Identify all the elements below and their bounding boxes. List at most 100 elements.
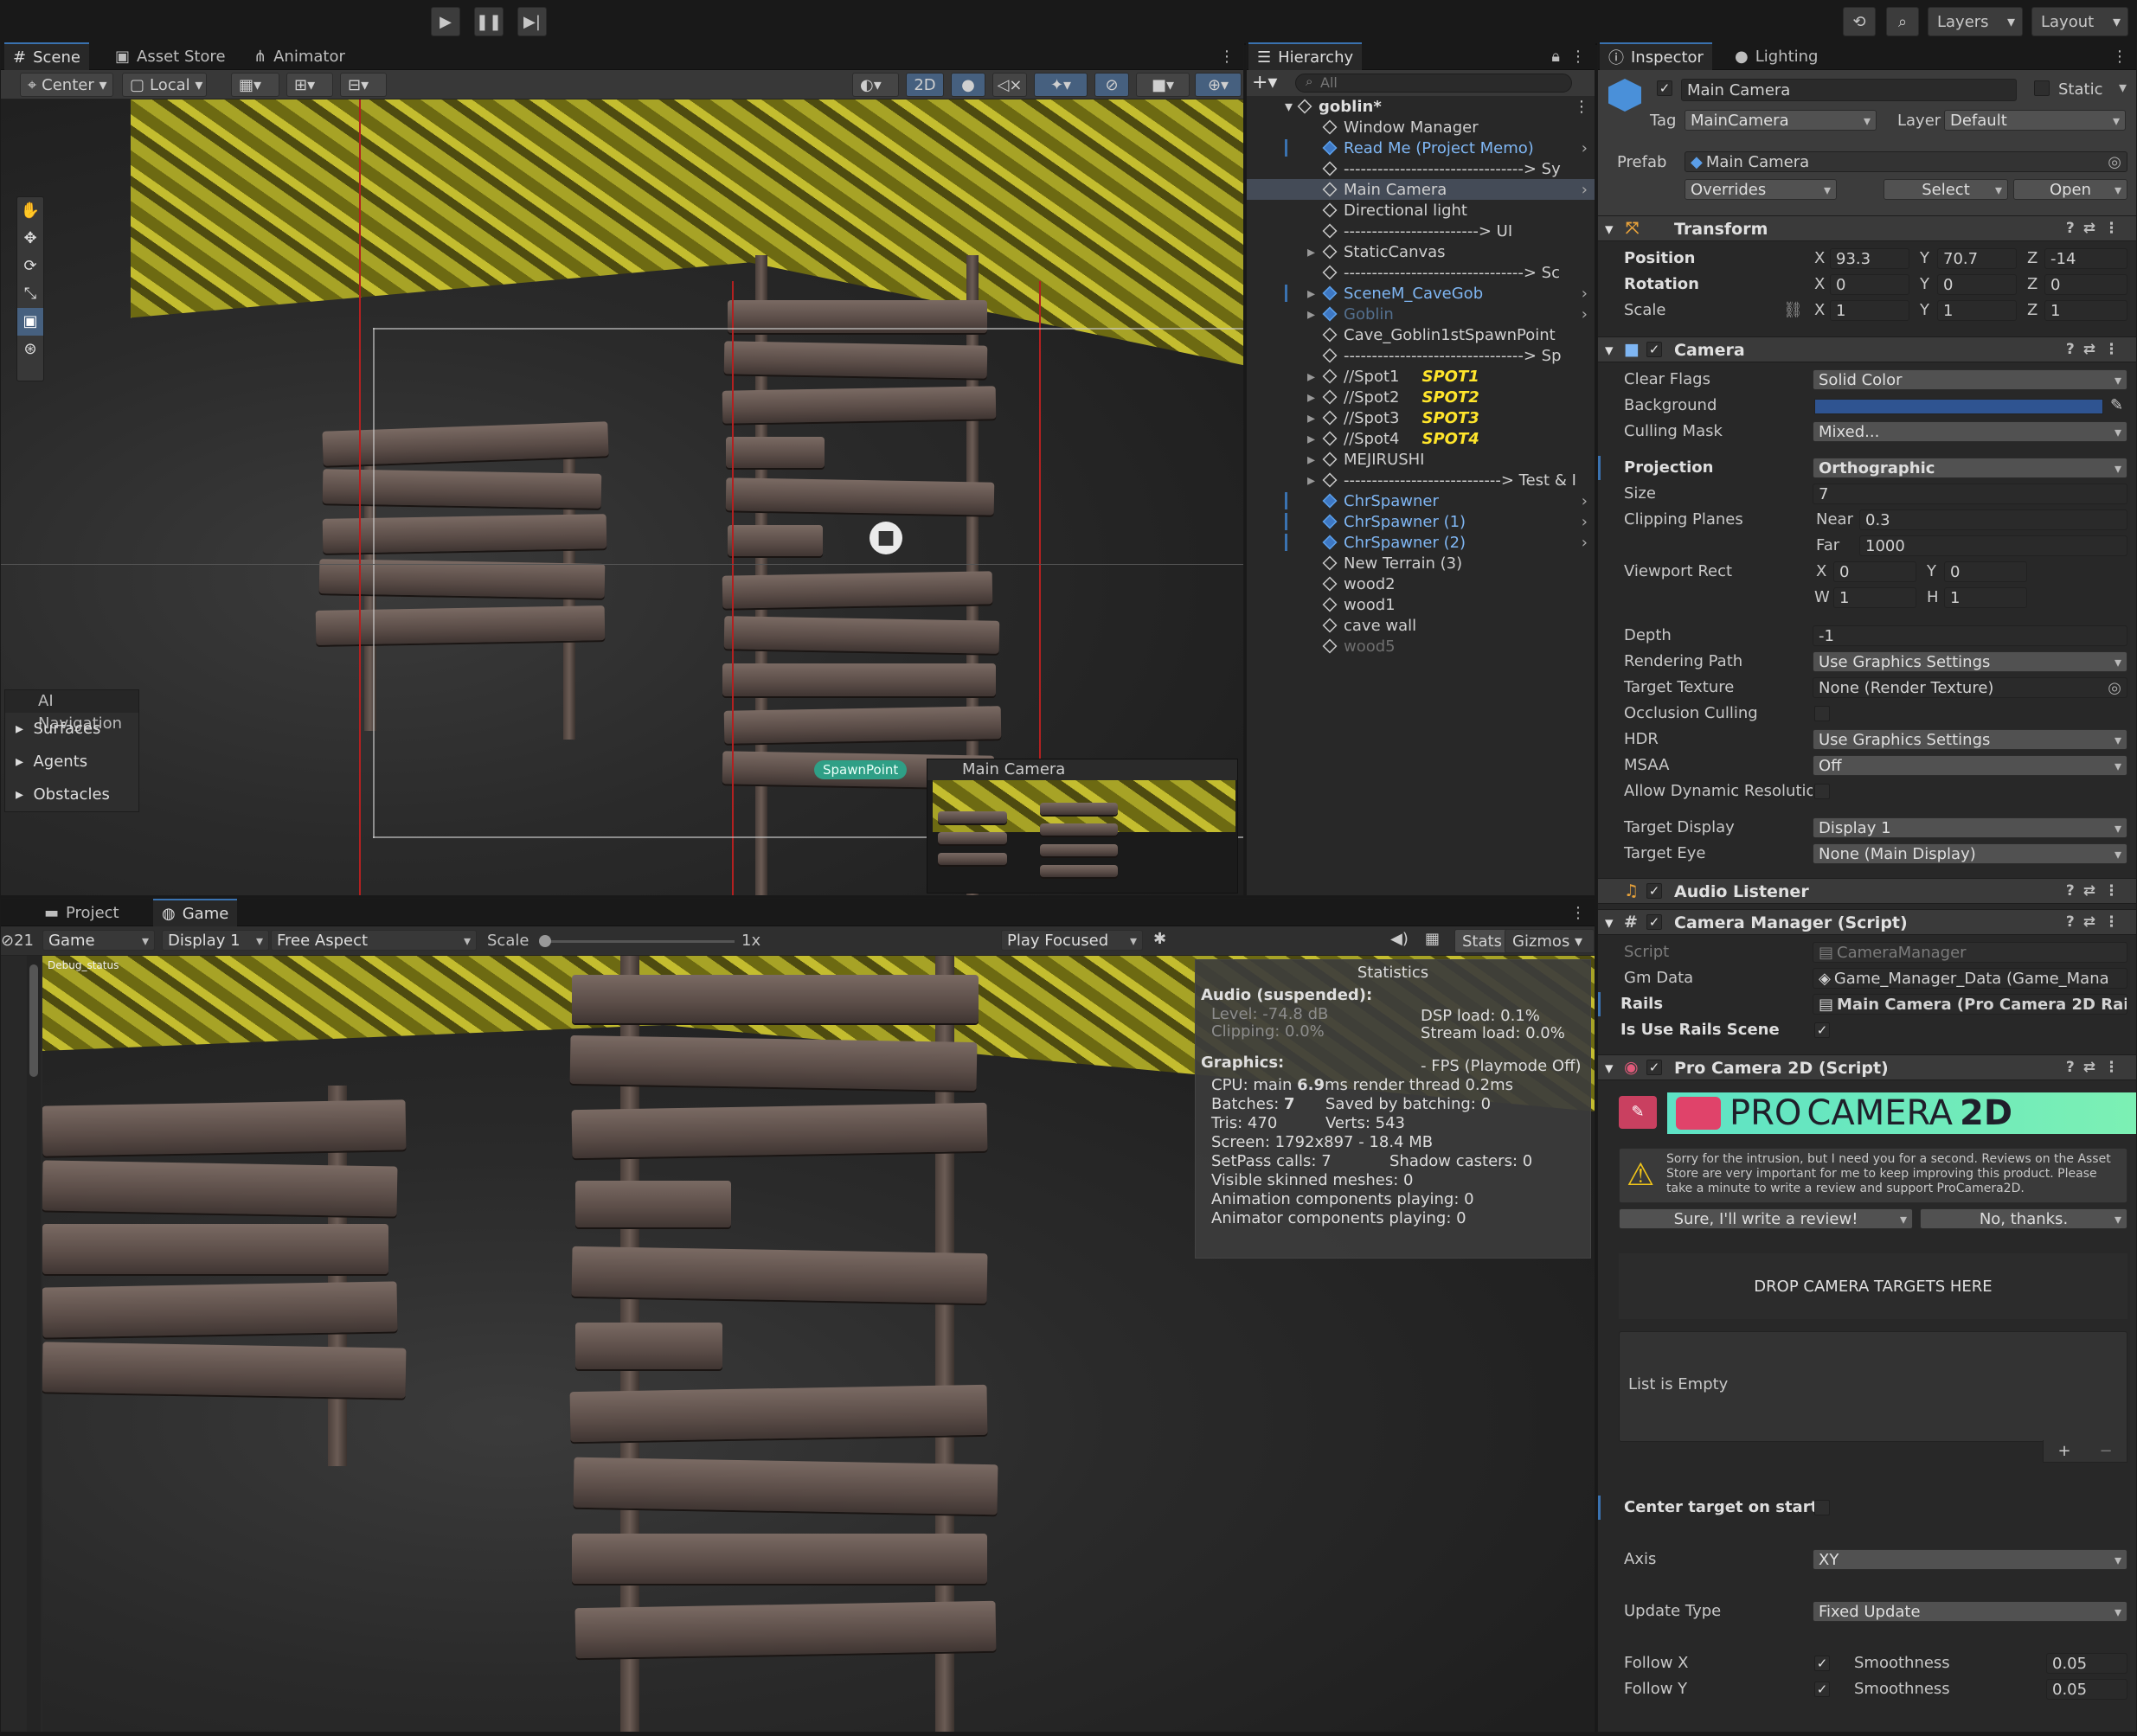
culling-mask-dropdown[interactable]: Mixed... [1813,421,2127,442]
eyedropper-icon[interactable]: ✎ [2110,396,2123,414]
rect-tool-icon[interactable]: ▣ [17,308,43,336]
camera-dropdown[interactable]: ■▾ [1136,73,1190,97]
scale-x[interactable]: 1 [1830,300,1909,321]
link-icon[interactable]: ⛓ [1783,301,1803,319]
rendering-path-dropdown[interactable]: Use Graphics Settings [1813,651,2127,672]
bug-icon[interactable]: ✱ [1153,930,1166,948]
tab-lighting[interactable]: ● Lighting [1726,42,1826,70]
rotation-x[interactable]: 0 [1830,274,1909,295]
game-viewport[interactable]: Debug_status Statistics Audio (suspended… [42,956,1595,1732]
expand-icon[interactable]: ▸ [1307,471,1319,490]
chevron-right-icon[interactable]: › [1582,181,1588,199]
hierarchy-item[interactable]: ChrSpawner (1) › [1247,511,1595,532]
target-eye-dropdown[interactable]: None (Main Display) [1813,843,2127,864]
expand-icon[interactable]: ▸ [1307,409,1319,427]
scale-slider-thumb[interactable] [539,935,551,947]
viewport-h[interactable]: 1 [1944,587,2027,608]
component-menu-icons[interactable]: ?⇄⋮ [2066,341,2127,358]
more-icon[interactable]: ⋮ [1574,98,1589,116]
chevron-right-icon[interactable]: › [1582,513,1588,531]
projection-dropdown[interactable]: Orthographic [1813,458,2127,478]
tab-inspector[interactable]: ⓘ Inspector [1600,42,1712,70]
rotation-y[interactable]: 0 [1937,274,2017,295]
clipping-far-input[interactable]: 1000 [1859,535,2127,556]
hierarchy-item[interactable]: --------------------------------> Sc [1247,262,1595,283]
select-button[interactable]: Select [1884,179,2008,200]
chevron-right-icon[interactable]: › [1582,139,1588,157]
hierarchy-item[interactable]: ▸ //Spot4 SPOT4 [1247,428,1595,449]
hierarchy-item[interactable]: wood1 [1247,594,1595,615]
scale-slider-track[interactable] [544,940,735,943]
increment-snap-button[interactable]: ⊞▾ [286,73,333,97]
camera-enabled-checkbox[interactable]: ✓ [1646,342,1662,357]
hierarchy-item[interactable]: --------------------------------> Sp [1247,345,1595,366]
component-menu-icons[interactable]: ?⇄⋮ [2066,882,2127,900]
camera-header[interactable]: ▾ ■ ✓ Camera ?⇄⋮ [1598,336,2136,362]
drop-targets-area[interactable]: DROP CAMERA TARGETS HERE [1619,1253,2127,1319]
audio-listener-checkbox[interactable]: ✓ [1646,883,1662,899]
rails-field[interactable]: ▤ Main Camera (Pro Camera 2D Rail [1813,994,2127,1015]
audio-listener-header[interactable]: ♫ ✓ Audio Listener ?⇄⋮ [1598,878,2136,904]
display-dropdown[interactable]: Display 1 [162,930,269,951]
play-mode-dropdown[interactable]: Play Focused [1001,930,1143,951]
clipping-near-input[interactable]: 0.3 [1859,509,2127,530]
search-button[interactable]: ⌕ [1886,7,1919,36]
spawn-point-label[interactable]: SpawnPoint [814,760,908,779]
hierarchy-item[interactable]: ▸ //Spot1 SPOT1 [1247,366,1595,387]
smoothness-y-input[interactable]: 0.05 [2046,1679,2127,1700]
viewport-y[interactable]: 0 [1944,561,2027,582]
more-icon[interactable]: ⋮ [1210,42,1243,70]
expand-icon[interactable]: ▸ [1307,243,1319,261]
scale-z[interactable]: 1 [2044,300,2127,321]
scale-tool-icon[interactable]: ⤡ [17,280,43,308]
occlusion-checkbox[interactable] [1814,706,1830,721]
axis-dropdown[interactable]: XY [1813,1549,2127,1570]
hierarchy-item[interactable]: ▸ MEJIRUSHI [1247,449,1595,470]
effects-toggle[interactable]: ✦▾ [1034,73,1088,97]
write-review-button[interactable]: Sure, I'll write a review! [1619,1208,1913,1229]
use-rails-checkbox[interactable]: ✓ [1814,1022,1830,1038]
size-input[interactable]: 7 [1813,484,2127,504]
chevron-right-icon[interactable]: › [1582,534,1588,552]
no-thanks-button[interactable]: No, thanks. [1920,1208,2127,1229]
scrollbar-thumb[interactable] [29,964,38,1077]
tab-asset-store[interactable]: ▣ Asset Store [106,42,234,70]
hand-tool-icon[interactable]: ✋ [17,197,43,225]
ai-nav-agents[interactable]: ▸ Agents [5,746,138,778]
position-y[interactable]: 70.7 [1937,248,2017,269]
vertical-scrollbar[interactable] [27,956,41,1732]
visibility-toggle[interactable]: ⊘ [1094,73,1129,97]
ai-nav-obstacles[interactable]: ▸ Obstacles [5,778,138,811]
viewport-w[interactable]: 1 [1833,587,1916,608]
transform-header[interactable]: ▾ ⤧ Transform ?⇄⋮ [1598,215,2136,241]
tab-hierarchy[interactable]: ☰ Hierarchy [1248,42,1363,70]
chevron-right-icon[interactable]: › [1582,305,1588,323]
grid-icon[interactable]: ▦ [1425,930,1440,948]
layer-dropdown[interactable]: Default [1944,110,2126,131]
target-display-dropdown[interactable]: Display 1 [1813,817,2127,838]
position-x[interactable]: 93.3 [1830,248,1909,269]
aspect-dropdown[interactable]: Free Aspect [271,930,477,951]
follow-y-checkbox[interactable]: ✓ [1814,1682,1830,1697]
hierarchy-item[interactable]: Window Manager [1247,117,1595,138]
center-target-checkbox[interactable] [1814,1500,1830,1515]
align-button[interactable]: ⊟▾ [340,73,387,97]
tag-dropdown[interactable]: MainCamera [1685,110,1877,131]
more-icon[interactable]: ⋮ [2103,42,2136,70]
gm-data-field[interactable]: ◈ Game_Manager_Data (Game_Mana [1813,968,2127,989]
play-button[interactable]: ▶ [431,7,460,36]
hierarchy-item[interactable]: Read Me (Project Memo) › [1247,138,1595,158]
hierarchy-item[interactable]: ▸ StaticCanvas [1247,241,1595,262]
tab-scene[interactable]: # Scene [4,42,89,70]
draw-mode-button[interactable]: ◐▾ [852,73,899,97]
background-color-swatch[interactable] [1814,399,2103,414]
hierarchy-item[interactable]: ▸ //Spot3 SPOT3 [1247,407,1595,428]
pause-button[interactable]: ❚❚ [474,7,504,36]
more-icon[interactable]: ⋮ [1562,899,1595,926]
lighting-toggle[interactable]: ● [951,73,985,97]
chevron-right-icon[interactable]: › [1582,285,1588,303]
hierarchy-search-input[interactable]: All [1295,74,1572,93]
position-z[interactable]: -14 [2044,248,2127,269]
prefab-field[interactable]: ◆ Main Camera ◎ [1685,151,2127,172]
add-icon[interactable]: + [2057,1442,2070,1460]
